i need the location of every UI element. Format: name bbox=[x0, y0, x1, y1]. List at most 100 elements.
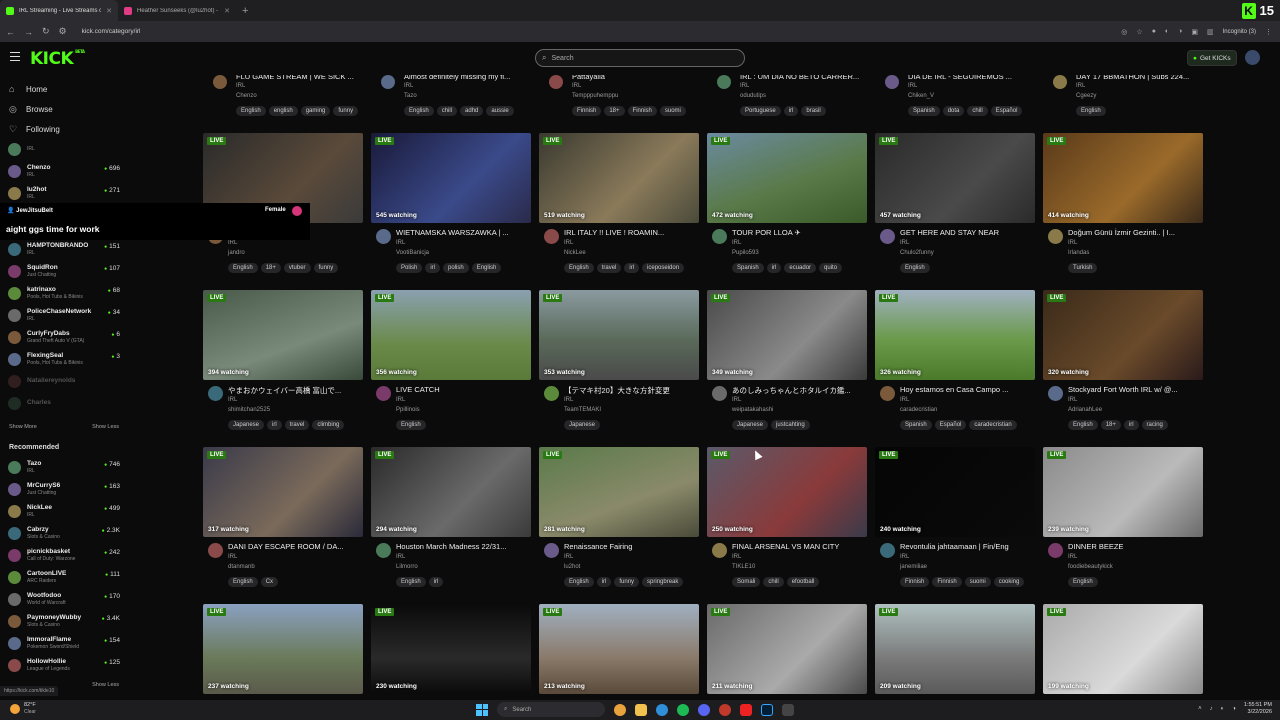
streamer-avatar[interactable] bbox=[549, 75, 563, 89]
extension-icon[interactable]: ▣ bbox=[1191, 28, 1198, 36]
stream-title[interactable]: IRL ITALY !! LIVE ! ROAMIN... bbox=[564, 228, 699, 237]
streamer-name[interactable]: AdrianahLee bbox=[1068, 407, 1102, 413]
stream-category[interactable]: IRL bbox=[900, 397, 909, 403]
stream-thumbnail[interactable]: LIVE 281 watching bbox=[539, 447, 699, 537]
hamburger-menu-icon[interactable] bbox=[10, 52, 20, 61]
stream-category[interactable]: IRL bbox=[572, 83, 581, 89]
chevron-up-icon[interactable]: ˄ bbox=[1198, 706, 1202, 712]
stream-tag[interactable]: Polish bbox=[396, 263, 423, 273]
stream-tag[interactable]: Somali bbox=[732, 577, 761, 587]
volume-icon[interactable]: ◑ bbox=[1232, 706, 1236, 712]
stream-card[interactable]: LIVE 211 watching bbox=[707, 604, 867, 700]
stream-tag[interactable]: English bbox=[228, 577, 258, 587]
stream-tag[interactable]: 18+ bbox=[604, 106, 625, 116]
stream-tag[interactable]: racing bbox=[1141, 420, 1168, 430]
sidebar-channel[interactable]: ImmoralFlamePokemon Sword/Shield 154 bbox=[8, 632, 120, 654]
stream-tag[interactable]: English bbox=[236, 106, 266, 116]
discord-icon[interactable] bbox=[698, 703, 710, 716]
stream-tag[interactable]: English bbox=[396, 577, 426, 587]
sidebar-channel[interactable]: ChenzoIRL 696 bbox=[8, 160, 120, 182]
site-info-icon[interactable]: ⚙ bbox=[59, 26, 67, 37]
stream-tag[interactable]: adhd bbox=[460, 106, 484, 116]
show-more-link[interactable]: Show More bbox=[9, 424, 37, 430]
stream-card[interactable]: LIVE 281 watching Renaissance Fairing IRL lu… bbox=[539, 447, 699, 597]
sidebar-channel[interactable]: PoliceChaseNetworkIRL 34 bbox=[8, 304, 120, 326]
stream-card[interactable]: LIVE 356 watching LIVE CATCH IRL Ppillinois E… bbox=[371, 290, 531, 440]
stream-category[interactable]: IRL bbox=[732, 397, 741, 403]
stream-thumbnail[interactable]: LIVE 356 watching bbox=[371, 290, 531, 380]
stream-title[interactable]: Almost definitely missing my fl... bbox=[404, 75, 531, 81]
stream-title[interactable]: やまおかウェイバー高橋 富山で... bbox=[228, 385, 363, 396]
sidebar-nav-following[interactable]: ♡ Following bbox=[0, 119, 125, 139]
stream-card[interactable]: Almost definitely missing my fl... IRL Taz… bbox=[371, 75, 531, 120]
stream-thumbnail[interactable]: LIVE 414 watching bbox=[1043, 133, 1203, 223]
stream-thumbnail[interactable]: LIVE 394 watching bbox=[203, 290, 363, 380]
streamer-name[interactable]: TIKLE10 bbox=[732, 564, 755, 570]
stream-category[interactable]: IRL bbox=[740, 83, 749, 89]
stream-tag[interactable]: English bbox=[471, 263, 502, 273]
stream-tag[interactable]: irl bbox=[624, 263, 640, 273]
streamer-avatar[interactable] bbox=[885, 75, 899, 89]
streamer-avatar[interactable] bbox=[208, 543, 223, 558]
streamer-name[interactable]: foodiebeautykick bbox=[1068, 564, 1113, 570]
stream-tag[interactable]: Finnish bbox=[932, 577, 962, 587]
streamer-name[interactable]: NickLee bbox=[564, 250, 586, 256]
stream-card[interactable]: Pattayalla IRL Tempppuhemppu Finnish 18+ Finn… bbox=[539, 75, 699, 120]
stream-thumbnail[interactable]: LIVE 250 watching bbox=[707, 447, 867, 537]
stream-title[interactable]: 【テマキ村20】大きな方針変更 bbox=[564, 385, 699, 396]
stream-title[interactable]: DINNER BEEZE bbox=[1068, 542, 1203, 551]
stream-card[interactable]: LIVE 457 watching GET HERE AND STAY NEAR IR… bbox=[875, 133, 1035, 283]
tab-kick-irl[interactable]: IRL Streaming - Live Streams o ✕ bbox=[0, 0, 118, 21]
sidebar-channel[interactable]: CurlyFryDabsGrand Theft Auto V (GTA) 6 bbox=[8, 326, 120, 348]
stream-thumbnail[interactable]: LIVE 349 watching bbox=[707, 290, 867, 380]
sidebar-channel[interactable]: HollowHollieLeague of Legends 125 bbox=[8, 654, 120, 676]
stream-tag[interactable]: irl bbox=[267, 420, 282, 430]
url-field[interactable]: kick.com/category/irl bbox=[82, 28, 141, 35]
stream-category[interactable]: IRL bbox=[228, 397, 237, 403]
stream-tag[interactable]: irl bbox=[783, 106, 799, 116]
streamer-name[interactable]: lu2hot bbox=[564, 564, 580, 570]
stream-title[interactable]: FLU GAME STREAM | WE SICK ... bbox=[236, 75, 363, 81]
streamer-avatar[interactable] bbox=[880, 229, 895, 244]
streamer-name[interactable]: VootiBanicja bbox=[396, 250, 429, 256]
close-icon[interactable]: ✕ bbox=[106, 7, 112, 15]
stream-tag[interactable]: travel bbox=[284, 420, 310, 430]
streamer-name[interactable]: Irlandas bbox=[1068, 250, 1089, 256]
stream-title[interactable]: DAY 17 BBMATHON | Subs 224... bbox=[1076, 75, 1203, 81]
stream-tag[interactable]: Japanese bbox=[564, 420, 601, 430]
file-explorer-icon[interactable] bbox=[635, 703, 647, 716]
streamer-name[interactable]: Tempppuhemppu bbox=[572, 93, 618, 99]
stream-thumbnail[interactable]: LIVE 237 watching bbox=[203, 604, 363, 694]
streamer-avatar[interactable] bbox=[1048, 386, 1063, 401]
sidebar-channel[interactable]: HAMPTONBRANDOIRL 151 bbox=[8, 238, 120, 260]
sidebar-channel[interactable]: CartoonLIVEARC Raiders 111 bbox=[8, 566, 120, 588]
streamer-name[interactable]: Cgeezy bbox=[1076, 93, 1096, 99]
stream-tag[interactable]: chill bbox=[436, 106, 458, 116]
clock[interactable]: 1:55:51 PM 3/22/2026 bbox=[1244, 702, 1272, 716]
stream-card[interactable]: LIVE 320 watching Stockyard Fort Worth IRL… bbox=[1043, 290, 1203, 440]
stream-tag[interactable]: justcahting bbox=[771, 420, 810, 430]
stream-tag[interactable]: irl bbox=[425, 263, 441, 273]
incognito-indicator[interactable]: Incognito (3) bbox=[1223, 29, 1256, 35]
streamer-avatar[interactable] bbox=[381, 75, 395, 89]
spotify-icon[interactable] bbox=[677, 703, 689, 716]
windows-start-icon[interactable] bbox=[476, 703, 488, 716]
stream-category[interactable]: IRL bbox=[732, 554, 741, 560]
stream-card[interactable]: LIVE 250 watching FINAL ARSENAL VS MAN CIT… bbox=[707, 447, 867, 597]
stream-card[interactable]: LIVE 353 watching 【テマキ村20】大きな方針変更 IRL TeamTE… bbox=[539, 290, 699, 440]
weather-widget[interactable]: 82°F Clear bbox=[10, 702, 36, 716]
streamer-avatar[interactable] bbox=[544, 229, 559, 244]
taskbar-search[interactable]: ⌕ Search bbox=[497, 702, 605, 717]
stream-category[interactable]: IRL bbox=[1076, 83, 1085, 89]
sidebar-channel[interactable]: Charles bbox=[8, 392, 120, 414]
stream-tag[interactable]: English bbox=[228, 263, 258, 273]
stream-tag[interactable]: funny bbox=[333, 106, 359, 116]
stream-tag[interactable]: Japanese bbox=[732, 420, 769, 430]
streamer-avatar[interactable] bbox=[213, 75, 227, 89]
streamer-avatar[interactable] bbox=[1048, 543, 1063, 558]
sidebar-channel[interactable]: PaymoneyWubbySlots & Casino 3.4K bbox=[8, 610, 120, 632]
extension-icon[interactable]: ● bbox=[1152, 28, 1156, 35]
streamer-name[interactable]: Pupilo593 bbox=[732, 250, 759, 256]
stream-tag[interactable]: english bbox=[268, 106, 298, 116]
stream-card[interactable]: DIA DE IRL - SEGUIREMOS ... IRL Chiken_V Sp… bbox=[875, 75, 1035, 120]
